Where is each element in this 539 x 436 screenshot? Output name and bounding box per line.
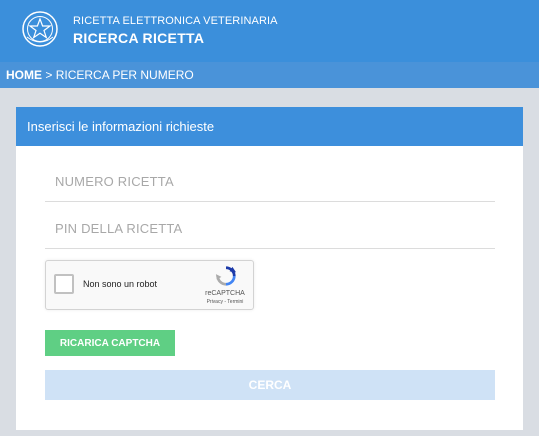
breadcrumb-separator: > [42, 68, 56, 82]
card-title: Inserisci le informazioni richieste [16, 107, 523, 146]
recaptcha-privacy-links[interactable]: Privacy - Termini [200, 299, 250, 305]
breadcrumb-home-link[interactable]: HOME [6, 68, 42, 82]
italian-republic-emblem-icon [22, 11, 58, 47]
breadcrumb-current: RICERCA PER NUMERO [55, 68, 194, 82]
numero-ricetta-input[interactable] [45, 162, 495, 202]
app-header: RICETTA ELETTRONICA VETERINARIA RICERCA … [0, 0, 539, 62]
recaptcha-widget: Non sono un robot reCAPTCHA Privacy - Te… [45, 260, 254, 310]
search-button[interactable]: CERCA [45, 370, 495, 400]
recaptcha-checkbox-label: Non sono un robot [83, 279, 158, 289]
recaptcha-checkbox[interactable] [54, 274, 74, 294]
search-form-card: Inserisci le informazioni richieste Non … [16, 107, 523, 430]
page-title: RICERCA RICETTA [73, 30, 205, 46]
app-subtitle: RICETTA ELETTRONICA VETERINARIA [73, 15, 278, 27]
pin-ricetta-input[interactable] [45, 209, 495, 249]
recaptcha-brand: reCAPTCHA [205, 290, 245, 297]
reload-captcha-button[interactable]: RICARICA CAPTCHA [45, 330, 175, 356]
breadcrumb: HOME > RICERCA PER NUMERO [0, 62, 539, 88]
recaptcha-logo-icon [215, 266, 237, 286]
